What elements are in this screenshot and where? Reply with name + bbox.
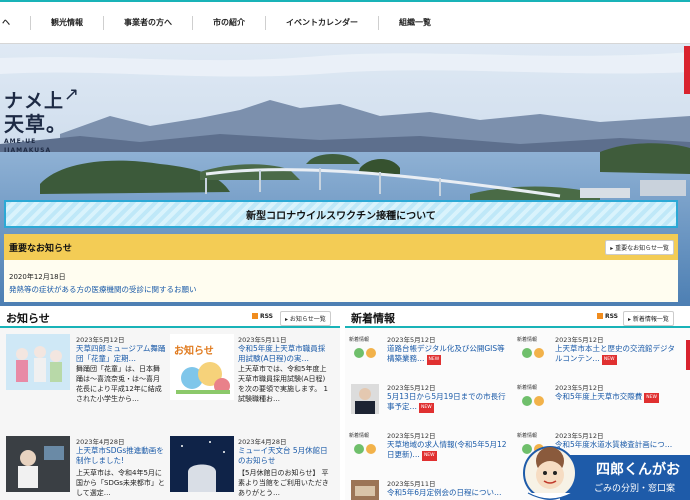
whats-new-date: 2023年5月12日 <box>555 336 604 344</box>
important-notices-list-button[interactable]: 重要なお知らせ一覧 <box>605 239 674 255</box>
whats-new-date: 2023年5月12日 <box>387 336 436 344</box>
important-notice-date: 2020年12月18日 <box>9 273 66 281</box>
notice-thumbnail-sdgs[interactable] <box>6 436 70 492</box>
hero-title-line2: 天草。 <box>4 112 67 136</box>
new-badge: NEW <box>421 451 437 461</box>
council-photo <box>351 480 379 500</box>
nav-item-prev[interactable]: ヘ <box>0 15 31 30</box>
whats-new-title-link[interactable]: 天草地域の求人情報(令和5年5月12日更新)… NEW <box>387 440 511 461</box>
whats-new-title-text: 道路台帳デジタル化及び公開GIS等構築業務… <box>387 344 505 363</box>
notices-header: お知らせ RSS お知らせ一覧 <box>0 306 340 328</box>
whats-new-icon <box>522 396 544 406</box>
nav-item-city-intro[interactable]: 市の紹介 <box>193 15 266 30</box>
notice-date: 2023年4月28日 <box>238 438 287 446</box>
notices-title: お知らせ <box>6 312 50 325</box>
whats-new-rss-link[interactable]: RSS <box>597 313 618 320</box>
dancers-image <box>6 334 70 390</box>
nav-item-event-calendar[interactable]: イベントカレンダー <box>266 15 379 30</box>
whats-new-list-button[interactable]: 新着情報一覧 <box>623 311 674 326</box>
whats-new-thumbnail[interactable]: 新着情報 <box>517 384 549 410</box>
notices-list-button[interactable]: お知らせ一覧 <box>280 311 331 326</box>
whats-new-title-link[interactable]: 上天草市本土と歴史の交流館デジタルコンテン… NEW <box>555 344 679 365</box>
whats-new-title-link[interactable]: 令和5年6月定例会の日程につい… <box>387 488 511 498</box>
important-notice-link[interactable]: 発熱等の症状がある方の医療機関の受診に関するお願い <box>9 284 197 295</box>
notice-date: 2023年5月12日 <box>76 336 125 344</box>
arrow-up-right-icon: ↗ <box>64 84 80 105</box>
hero-subtitle-line1: AME-UE <box>4 138 37 145</box>
rss-icon <box>597 313 603 319</box>
whats-new-date: 2023年5月12日 <box>555 432 604 440</box>
global-nav: ヘ 観光情報 事業者の方へ 市の紹介 イベントカレンダー 組織一覧 <box>0 0 690 44</box>
whats-new-date: 2023年5月12日 <box>387 432 436 440</box>
hero-subtitle-line2: IIAMAKUSA <box>4 147 52 154</box>
whats-new-thumbnail-label: 新着情報 <box>349 433 370 439</box>
notice-title-link[interactable]: ミューイ天文台 5月休館日のお知らせ <box>238 446 330 466</box>
notices-rss-link[interactable]: RSS <box>252 313 273 320</box>
whats-new-icon <box>354 444 376 454</box>
whats-new-icon <box>354 348 376 358</box>
whats-new-thumbnail-label: 新着情報 <box>517 337 538 343</box>
whats-new-icon <box>522 348 544 358</box>
side-tab[interactable] <box>684 46 690 94</box>
notice-thumbnail-label: お知らせ <box>174 346 214 357</box>
side-tab-lower[interactable] <box>686 340 690 370</box>
nav-item-business[interactable]: 事業者の方へ <box>104 15 193 30</box>
whats-new-header: 新着情報 RSS 新着情報一覧 <box>345 306 690 328</box>
notice-date: 2023年4月28日 <box>76 438 125 446</box>
whats-new-thumbnail[interactable]: 新着情報 <box>349 432 381 458</box>
important-notices-title: 重要なお知らせ <box>9 243 72 254</box>
whats-new-thumbnail-label: 新着情報 <box>517 385 538 391</box>
whats-new-thumbnail[interactable]: 新着情報 <box>349 336 381 362</box>
notice-title-link[interactable]: 令和5年度上天草市職員採用試験(A日程)の実… <box>238 344 330 364</box>
important-notices: 重要なお知らせ 重要なお知らせ一覧 2020年12月18日 発熱等の症状がある方… <box>4 234 678 302</box>
notice-thumbnail-dancers[interactable] <box>6 334 70 390</box>
sdgs-video-image <box>6 436 70 492</box>
nav-item-organization[interactable]: 組織一覧 <box>379 16 451 30</box>
whats-new-thumbnail-label: 新着情報 <box>349 337 370 343</box>
notice-thumbnail-observatory[interactable] <box>170 436 234 492</box>
new-badge: NEW <box>644 393 659 403</box>
nav-item-tourism[interactable]: 観光情報 <box>31 15 104 30</box>
council-photo-thumbnail[interactable] <box>351 480 379 500</box>
covid-vaccine-banner[interactable]: 新型コロナウイルスワクチン接種について <box>4 200 678 228</box>
notice-body: 舞踊団「花童」は、日本舞踊は〜喜流奈兎・は〜喜月花長により平成12年に結成された… <box>76 365 162 403</box>
mascot-banner-title: 四郎くんがお <box>596 462 680 478</box>
whats-new-thumbnail-label: 新着情報 <box>517 433 538 439</box>
whats-new-rss-label: RSS <box>605 313 618 320</box>
shiro-kun-mascot-icon <box>523 446 577 500</box>
notice-body: 上天草市では、令和5年度上天草市職員採用試験(A日程)を次の要領で実施します。 … <box>238 365 328 403</box>
whats-new-date: 2023年5月12日 <box>555 384 604 392</box>
notices-section: お知らせ RSS お知らせ一覧 2023年5月12日 天草四郎ミュージアム舞踊団… <box>0 306 340 500</box>
notice-body: 上天草市は、令和4年5月に国から「SDGs未来都市」として選定… <box>76 469 165 497</box>
whats-new-title-text: 天草地域の求人情報(令和5年5月12日更新)… <box>387 440 507 459</box>
mayor-photo-thumbnail[interactable] <box>351 384 379 414</box>
notice-body: 【5月休館日のお知らせ】 平素より当館をご利用いただきありがとう… <box>238 469 329 497</box>
mascot-banner-subtitle: ごみの分別・窓口案 <box>594 484 676 494</box>
important-notices-header: 重要なお知らせ 重要なお知らせ一覧 <box>4 234 678 260</box>
rss-icon <box>252 313 258 319</box>
covid-vaccine-banner-label: 新型コロナウイルスワクチン接種について <box>246 210 436 222</box>
notice-thumbnail-oshirase[interactable]: お知らせ <box>170 334 234 400</box>
notice-date: 2023年5月11日 <box>238 336 287 344</box>
notice-title-link[interactable]: 天草四郎ミュージアム舞踊団「花童」定期… <box>76 344 166 364</box>
new-badge: NEW <box>601 355 617 365</box>
whats-new-date: 2023年5月11日 <box>387 480 436 488</box>
whats-new-title: 新着情報 <box>351 312 395 325</box>
notices-rss-label: RSS <box>260 313 273 320</box>
mayor-photo <box>355 388 375 414</box>
whats-new-title-text: 令和5年度上天草市交際費 <box>555 392 643 401</box>
whats-new-title-link[interactable]: 道路台帳デジタル化及び公開GIS等構築業務… NEW <box>387 344 511 365</box>
observatory-image <box>170 436 234 492</box>
new-badge: NEW <box>426 355 442 365</box>
whats-new-title-link[interactable]: 5月13日から5月19日までの市長行事予定… NEW <box>387 392 511 413</box>
whats-new-title-text: 令和5年6月定例会の日程につい… <box>387 488 502 497</box>
new-badge: NEW <box>419 403 434 413</box>
whats-new-title-text: 5月13日から5月19日までの市長行事予定… <box>387 392 506 411</box>
whats-new-thumbnail[interactable]: 新着情報 <box>517 336 549 362</box>
mascot-banner[interactable]: 四郎くんがお ごみの分別・窓口案 <box>510 443 690 500</box>
notice-title-link[interactable]: 上天草市SDGs推進動画を制作しました! <box>76 446 166 466</box>
whats-new-date: 2023年5月12日 <box>387 384 436 392</box>
whats-new-title-link[interactable]: 令和5年度上天草市交際費 NEW <box>555 392 679 403</box>
